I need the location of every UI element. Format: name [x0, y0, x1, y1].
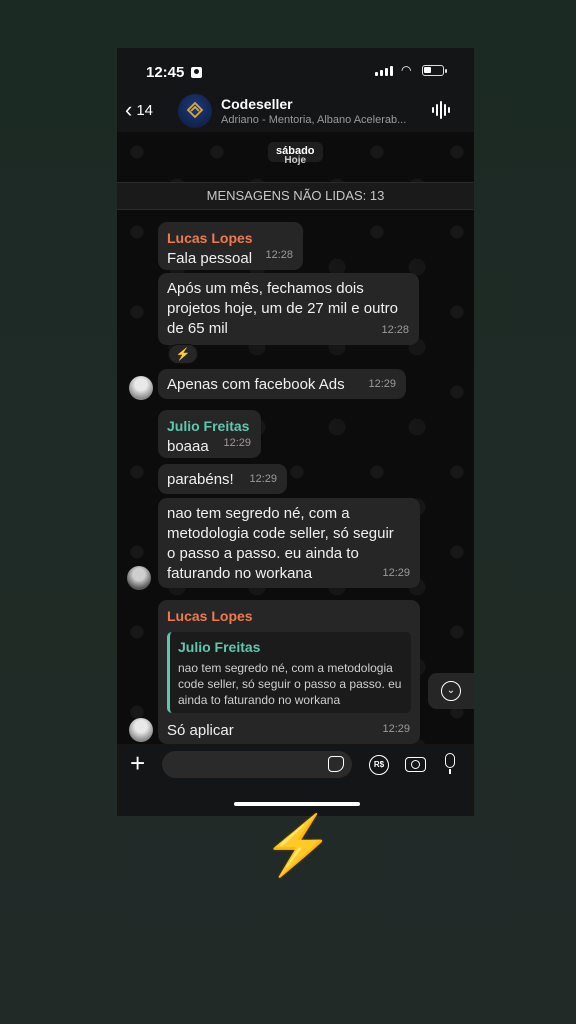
message-time: 12:29 — [382, 567, 410, 579]
status-bar: 12:45 ◠ — [117, 48, 474, 94]
message-time: 12:28 — [381, 324, 409, 336]
message-time: 12:28 — [265, 249, 293, 261]
group-name[interactable]: Codeseller — [221, 96, 293, 112]
person-icon — [191, 67, 202, 78]
codeseller-logo-icon — [186, 101, 204, 119]
message-time: 12:29 — [382, 723, 410, 735]
message-text: Após um mês, fechamos dois projetos hoje… — [167, 280, 398, 337]
sticker-icon[interactable] — [328, 756, 344, 772]
group-avatar[interactable] — [178, 94, 212, 128]
message-time: 12:29 — [249, 473, 277, 485]
chat-header: ‹ 14 Codeseller Adriano - Mentoria, Alba… — [117, 94, 474, 132]
payment-rs-icon[interactable]: R$ — [369, 755, 389, 775]
message-reaction[interactable]: ⚡ — [168, 344, 198, 364]
message-bubble[interactable]: nao tem segredo né, com a metodologia co… — [158, 498, 420, 588]
message-input[interactable] — [162, 751, 352, 778]
attach-plus-icon[interactable]: + — [130, 750, 145, 776]
back-button[interactable]: ‹ 14 — [125, 97, 154, 122]
message-time: 12:29 — [368, 378, 396, 390]
message-bubble[interactable]: Lucas Lopes Fala pessoal 12:28 — [158, 222, 303, 270]
home-indicator[interactable] — [234, 802, 360, 806]
wifi-icon: ◠ — [401, 63, 412, 77]
message-composer: + R$ — [117, 744, 474, 816]
phone-screen: 12:45 ◠ ‹ 14 Codeseller Adriano - Mentor… — [117, 48, 474, 816]
unread-messages-banner: MENSAGENS NÃO LIDAS: 13 — [117, 182, 474, 210]
quoted-sender: Julio Freitas — [178, 639, 261, 655]
avatar[interactable] — [129, 718, 153, 742]
message-text: nao tem segredo né, com a metodologia co… — [167, 505, 394, 582]
cellular-signal-icon — [375, 66, 393, 76]
camera-icon[interactable] — [405, 757, 426, 772]
chevron-left-icon: ‹ — [125, 97, 133, 122]
quoted-text: nao tem segredo né, com a metodologia co… — [178, 661, 402, 707]
chevron-down-icon: ⌄ — [441, 681, 461, 701]
message-bubble[interactable]: Apenas com facebook Ads 12:29 — [158, 369, 406, 399]
microphone-icon[interactable] — [445, 753, 455, 774]
message-time: 12:29 — [223, 437, 251, 449]
message-bubble[interactable]: Julio Freitas boaaa 12:29 — [158, 410, 261, 458]
unread-chats-count: 14 — [136, 101, 154, 119]
scroll-to-bottom-button[interactable]: ⌄ — [428, 673, 474, 709]
quoted-message[interactable]: Julio Freitas nao tem segredo né, com a … — [167, 632, 411, 713]
avatar[interactable] — [127, 566, 151, 590]
avatar[interactable] — [129, 376, 153, 400]
message-text: Só aplicar — [167, 722, 234, 739]
date-label-behind: Hoje — [284, 155, 307, 166]
status-time: 12:45 — [146, 64, 185, 81]
chat-area[interactable]: sábado Hoje MENSAGENS NÃO LIDAS: 13 Luca… — [117, 132, 474, 744]
date-separator: sábado Hoje — [268, 142, 323, 166]
message-sender: Lucas Lopes — [167, 608, 253, 624]
group-members[interactable]: Adriano - Mentoria, Albano Acelerab... — [221, 114, 421, 126]
battery-icon — [422, 65, 447, 76]
message-bubble[interactable]: parabéns! 12:29 — [158, 464, 287, 494]
lightning-bolt-sticker: ⚡ — [262, 813, 335, 878]
voice-chat-icon[interactable] — [432, 101, 452, 119]
message-bubble[interactable]: Após um mês, fechamos dois projetos hoje… — [158, 273, 419, 345]
message-bubble[interactable]: Lucas Lopes Julio Freitas nao tem segred… — [158, 600, 420, 744]
message-text: Apenas com facebook Ads — [167, 376, 345, 393]
